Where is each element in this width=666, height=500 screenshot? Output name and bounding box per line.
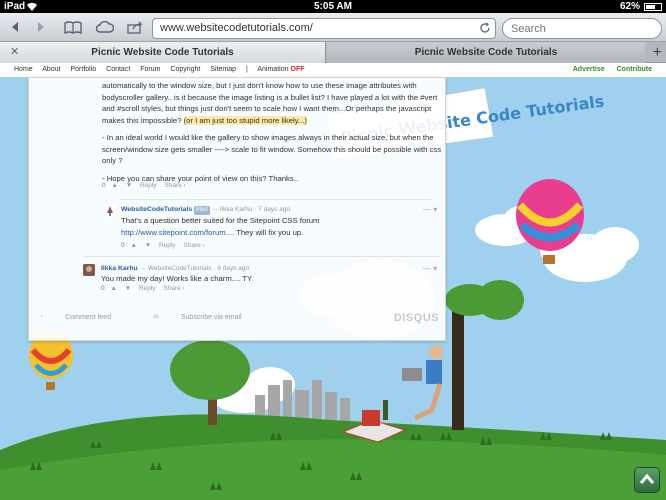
scroll-to-top-button[interactable]	[634, 467, 660, 493]
share-icon	[127, 21, 143, 34]
avatar[interactable]	[104, 205, 116, 217]
comment-link[interactable]: http://www.sitepoint.com/forum....	[121, 228, 234, 237]
vote-count: 0	[101, 285, 105, 292]
address-bar[interactable]: www.websitecodetutorials.com/	[152, 18, 496, 39]
vote-count: 0	[121, 242, 125, 249]
chevron-up-icon	[639, 473, 655, 484]
upvote-icon[interactable]: ▲	[111, 182, 117, 189]
nav-about[interactable]: About	[42, 66, 60, 73]
tab-inactive[interactable]: Picnic Website Code Tutorials	[327, 42, 645, 63]
site-nav: Home About Portfolio Contact Forum Copyr…	[0, 63, 666, 77]
vote-count: 0	[102, 182, 106, 189]
bookmarks-button[interactable]	[62, 18, 84, 36]
nav-contribute[interactable]: Contribute	[617, 66, 652, 73]
nav-forum[interactable]: Forum	[140, 66, 160, 73]
tab-label: Picnic Website Code Tutorials	[91, 47, 234, 58]
browser-toolbar: www.websitecodetutorials.com/	[0, 13, 666, 42]
comment-3: Ilkka Karhu → WebsiteCodeTutorials · 8 d…	[101, 264, 421, 285]
comment-text: You made my day! Works like a charm.... …	[101, 274, 253, 283]
comment-body: automatically to the window size, but I …	[102, 81, 442, 183]
comment-2: WebsiteCodeTutorials Mod → Ilkka Karhu ·…	[121, 205, 431, 238]
divider	[119, 199, 431, 200]
share-button[interactable]	[124, 18, 146, 36]
cloud-icon	[96, 21, 114, 33]
collapse-icon[interactable]: — ▾	[423, 205, 437, 214]
nav-divider: |	[245, 66, 248, 73]
back-arrow-icon	[12, 22, 18, 32]
nav-advertise[interactable]: Advertise	[573, 66, 605, 73]
nav-portfolio[interactable]: Portfolio	[71, 66, 97, 73]
forward-button[interactable]	[30, 18, 52, 36]
mod-badge: Mod	[194, 206, 210, 215]
disqus-footer: ◔ Comment feed ✉ Subscribe via email	[39, 313, 282, 321]
upvote-icon[interactable]: ▲	[110, 285, 116, 292]
forward-arrow-icon	[38, 22, 44, 32]
url-text: www.websitecodetutorials.com/	[160, 22, 313, 34]
icloud-tabs-button[interactable]	[94, 18, 116, 36]
comments-panel: automatically to the window size, but I …	[28, 77, 446, 341]
comment-time[interactable]: 7 days ago	[258, 206, 290, 213]
comment-text: That's a question better suited for the …	[121, 216, 320, 225]
book-icon	[64, 20, 82, 34]
comment-actions: 0 ▲ ▼ Reply Share ›	[102, 182, 192, 189]
comment-actions: 0 ▲ ▼ Reply Share ›	[101, 285, 191, 292]
tab-label: Picnic Website Code Tutorials	[414, 47, 558, 58]
animation-state[interactable]: OFF	[291, 66, 305, 73]
reply-link[interactable]: Reply	[159, 242, 176, 249]
rss-icon: ◔	[39, 314, 46, 321]
reply-to[interactable]: → WebsiteCodeTutorials	[140, 265, 212, 272]
search-input[interactable]	[502, 18, 662, 39]
downvote-icon[interactable]: ▼	[125, 285, 131, 292]
upvote-icon[interactable]: ▲	[130, 242, 136, 249]
tree-right	[445, 280, 524, 430]
back-button[interactable]	[4, 18, 26, 36]
nav-sitemap[interactable]: Sitemap	[210, 66, 236, 73]
share-link[interactable]: Share ›	[164, 182, 185, 189]
comment-author[interactable]: Ilkka Karhu	[101, 265, 138, 272]
downvote-icon[interactable]: ▼	[126, 182, 132, 189]
reply-link[interactable]: Reply	[139, 285, 156, 292]
reply-to[interactable]: → Ilkka Karhu	[212, 206, 253, 213]
battery-icon	[644, 3, 662, 11]
status-bar: iPad 5:05 AM 62%	[0, 0, 666, 13]
divider	[84, 256, 441, 257]
share-link[interactable]: Share ›	[163, 285, 184, 292]
person-with-laptop	[402, 345, 443, 421]
email-icon: ✉	[153, 314, 161, 321]
reply-link[interactable]: Reply	[140, 182, 157, 189]
avatar[interactable]	[83, 264, 95, 276]
disqus-logo[interactable]: DISQUS	[394, 312, 439, 324]
nav-contact[interactable]: Contact	[106, 66, 130, 73]
downvote-icon[interactable]: ▼	[145, 242, 151, 249]
tab-bar: ✕ Picnic Website Code Tutorials Picnic W…	[0, 42, 666, 63]
share-link[interactable]: Share ›	[183, 242, 204, 249]
battery-percent: 62%	[619, 1, 640, 12]
comment-time[interactable]: 8 days ago	[217, 265, 249, 272]
tab-active[interactable]: ✕ Picnic Website Code Tutorials	[0, 42, 326, 63]
reload-icon[interactable]	[478, 21, 492, 35]
nav-copyright[interactable]: Copyright	[170, 66, 200, 73]
comment-feed-link[interactable]: ◔ Comment feed	[39, 314, 131, 321]
collapse-icon[interactable]: — ▾	[423, 264, 437, 273]
comment-author[interactable]: WebsiteCodeTutorials	[121, 206, 192, 213]
close-tab-icon[interactable]: ✕	[10, 42, 19, 63]
nav-home[interactable]: Home	[14, 66, 33, 73]
comment-actions: 0 ▲ ▼ Reply Share ›	[121, 242, 211, 249]
new-tab-button[interactable]: +	[653, 42, 662, 63]
subscribe-link[interactable]: ✉ Subscribe via email	[153, 314, 262, 321]
clock: 5:05 AM	[314, 1, 352, 12]
nav-animation[interactable]: Animation	[257, 66, 288, 73]
